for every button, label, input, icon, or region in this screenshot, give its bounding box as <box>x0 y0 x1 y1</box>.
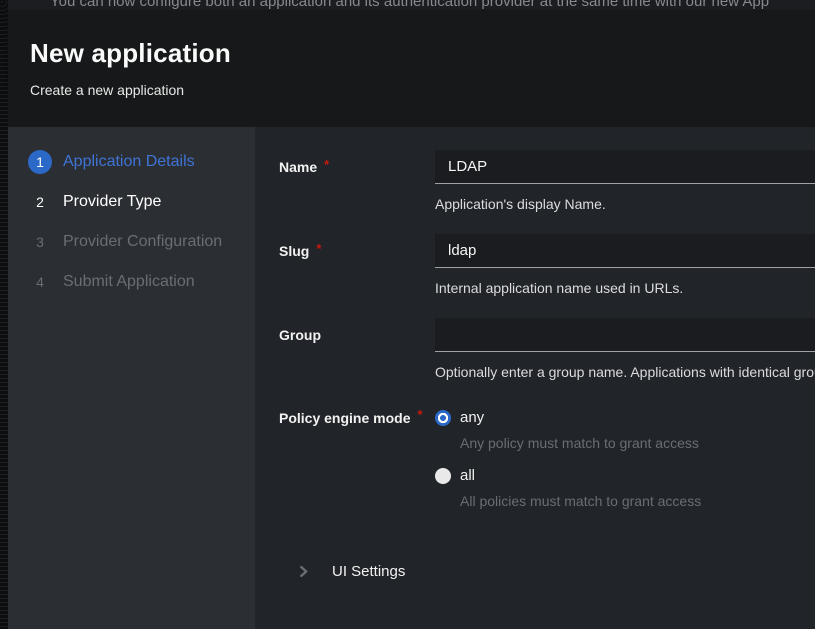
step-number-badge: 1 <box>28 150 52 174</box>
step-number-badge: 3 <box>28 230 52 254</box>
group-field-label: Group <box>279 318 435 352</box>
slug-field-row: Slug* Internal application name used in … <box>279 234 815 296</box>
ui-settings-expander[interactable]: UI Settings <box>279 563 815 580</box>
background-banner: You can now configure both an applicatio… <box>0 0 815 10</box>
radio-label[interactable]: any <box>460 409 484 426</box>
policy-mode-option-any: any Any policy must match to grant acces… <box>435 409 815 451</box>
slug-help-text: Internal application name used in URLs. <box>435 280 815 296</box>
name-field-row: Name* Application's display Name. <box>279 150 815 212</box>
slug-field-label: Slug* <box>279 234 435 268</box>
step-number-badge: 2 <box>28 190 52 214</box>
step-label: Provider Type <box>63 193 161 211</box>
group-input[interactable] <box>435 318 815 352</box>
slug-input[interactable] <box>435 234 815 268</box>
wizard-step-nav: 1 Application Details 2 Provider Type 3 … <box>8 127 255 629</box>
radio-button-icon[interactable] <box>435 410 451 426</box>
step-label: Provider Configuration <box>63 233 222 251</box>
required-asterisk: * <box>417 407 422 422</box>
page-edge-strip <box>0 0 8 629</box>
policy-mode-all-help: All policies must match to grant access <box>460 493 815 509</box>
group-field-row: Group Optionally enter a group name. App… <box>279 318 815 380</box>
name-input[interactable] <box>435 150 815 184</box>
policy-mode-all-radio-row[interactable]: all <box>435 467 815 484</box>
wizard-step-submit-application[interactable]: 4 Submit Application <box>8 262 255 302</box>
background-banner-text: You can now configure both an applicatio… <box>50 0 815 10</box>
wizard-step-application-details[interactable]: 1 Application Details <box>8 142 255 182</box>
policy-engine-mode-label: Policy engine mode* <box>279 409 435 427</box>
name-help-text: Application's display Name. <box>435 196 815 212</box>
wizard-step-provider-configuration[interactable]: 3 Provider Configuration <box>8 222 255 262</box>
modal-subtitle: Create a new application <box>30 82 791 98</box>
ui-settings-label: UI Settings <box>332 563 405 580</box>
name-field-label: Name* <box>279 150 435 184</box>
required-asterisk: * <box>316 241 321 256</box>
policy-engine-mode-row: Policy engine mode* any Any policy must … <box>279 409 815 525</box>
step-label: Application Details <box>63 153 195 171</box>
required-asterisk: * <box>324 157 329 172</box>
policy-mode-option-all: all All policies must match to grant acc… <box>435 467 815 509</box>
group-help-text: Optionally enter a group name. Applicati… <box>435 364 815 380</box>
modal-header: New application Create a new application <box>8 10 815 127</box>
radio-label[interactable]: all <box>460 467 475 484</box>
new-application-modal: New application Create a new application… <box>8 10 815 629</box>
chevron-right-icon <box>298 566 309 577</box>
radio-button-icon[interactable] <box>435 468 451 484</box>
application-details-form: Name* Application's display Name. Slug* … <box>255 127 815 629</box>
policy-mode-any-help: Any policy must match to grant access <box>460 435 815 451</box>
step-label: Submit Application <box>63 273 195 291</box>
step-number-badge: 4 <box>28 270 52 294</box>
policy-mode-any-radio-row[interactable]: any <box>435 409 815 426</box>
modal-body: 1 Application Details 2 Provider Type 3 … <box>8 127 815 629</box>
wizard-step-provider-type[interactable]: 2 Provider Type <box>8 182 255 222</box>
modal-title: New application <box>30 38 791 69</box>
